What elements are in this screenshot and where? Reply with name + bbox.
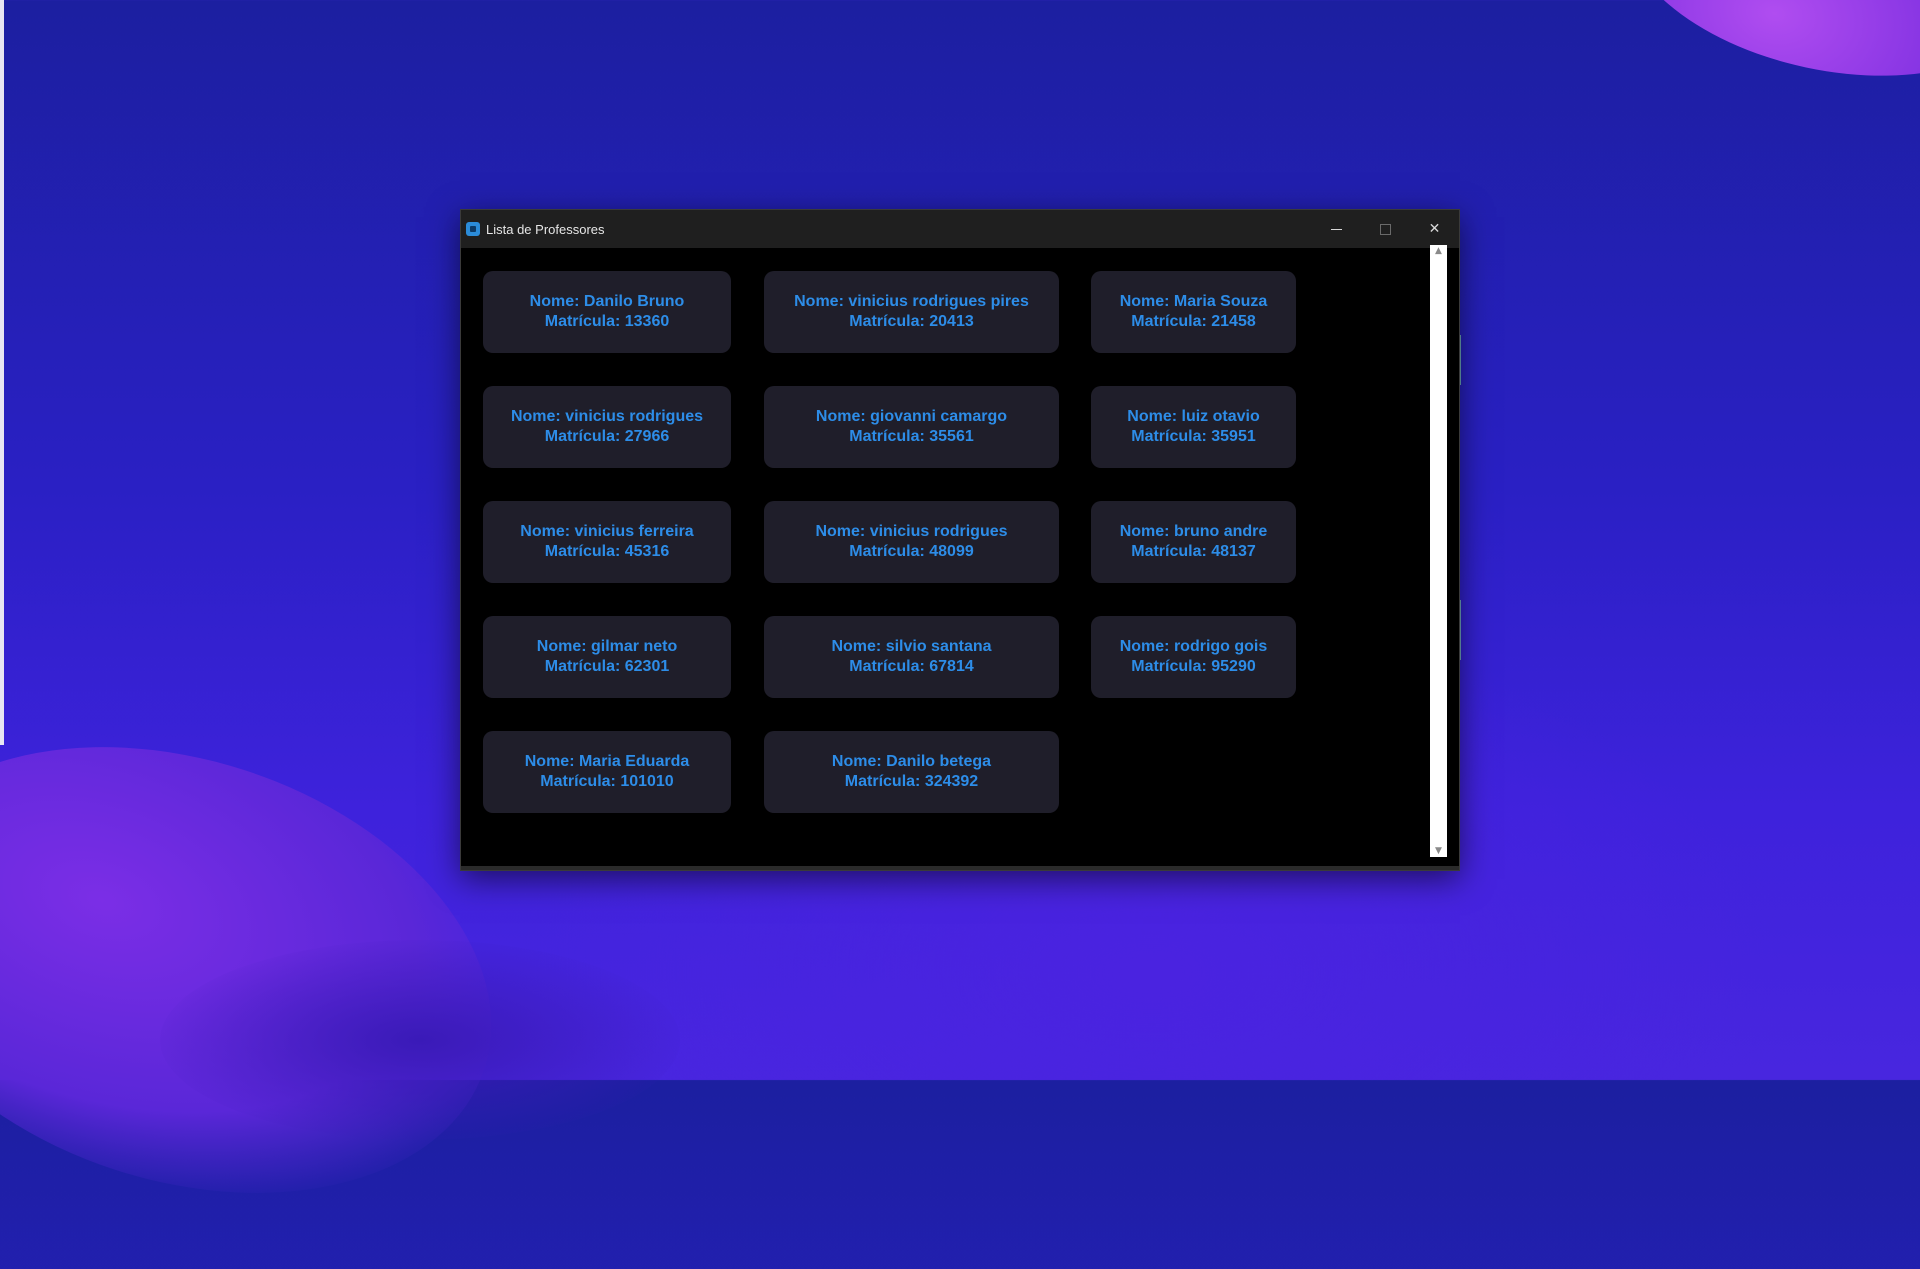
- professor-name: Nome: vinicius rodrigues pires: [794, 293, 1029, 310]
- desktop-edge: [0, 0, 4, 745]
- professor-matricula: Matrícula: 101010: [540, 773, 674, 790]
- professor-matricula: Matrícula: 67814: [849, 658, 974, 675]
- close-button[interactable]: ✕: [1410, 210, 1459, 248]
- professor-matricula: Matrícula: 35951: [1131, 428, 1256, 445]
- professor-name: Nome: rodrigo gois: [1119, 638, 1268, 655]
- window-bottom-edge: [461, 866, 1459, 870]
- professor-matricula: Matrícula: 20413: [849, 313, 974, 330]
- vertical-scrollbar[interactable]: ▲ ▼: [1430, 245, 1447, 857]
- professor-matricula: Matrícula: 13360: [544, 313, 670, 330]
- professor-matricula: Matrícula: 324392: [844, 773, 979, 790]
- professors-window: Lista de Professores ✕ Nome: Danilo Brun…: [460, 209, 1460, 871]
- professor-matricula: Matrícula: 62301: [544, 658, 670, 675]
- professor-name: Nome: Maria Souza: [1119, 293, 1268, 310]
- minimize-button[interactable]: [1312, 210, 1361, 248]
- professor-card[interactable]: Nome: luiz otavio Matrícula: 35951: [1091, 386, 1296, 468]
- professor-name: Nome: gilmar neto: [536, 638, 678, 655]
- professor-matricula: Matrícula: 21458: [1131, 313, 1256, 330]
- wallpaper-wave-shadow: [160, 940, 680, 1140]
- professor-matricula: Matrícula: 95290: [1131, 658, 1256, 675]
- professor-card[interactable]: Nome: gilmar neto Matrícula: 62301: [483, 616, 731, 698]
- professor-name: Nome: Danilo betega: [831, 753, 992, 770]
- professor-name: Nome: silvio santana: [831, 638, 992, 655]
- professor-name: Nome: bruno andre: [1119, 523, 1268, 540]
- window-controls: ✕: [1312, 210, 1459, 248]
- professor-card[interactable]: Nome: Maria Eduarda Matrícula: 101010: [483, 731, 731, 813]
- professor-name: Nome: luiz otavio: [1127, 408, 1260, 425]
- professor-matricula: Matrícula: 48137: [1131, 543, 1256, 560]
- professor-card[interactable]: Nome: vinicius rodrigues pires Matrícula…: [764, 271, 1059, 353]
- professor-list: Nome: Danilo Bruno Matrícula: 13360 Nome…: [465, 248, 1436, 868]
- close-icon: ✕: [1428, 221, 1441, 237]
- maximize-button[interactable]: [1361, 210, 1410, 248]
- professor-card[interactable]: Nome: silvio santana Matrícula: 67814: [764, 616, 1059, 698]
- professor-matricula: Matrícula: 48099: [849, 543, 974, 560]
- professor-card[interactable]: Nome: vinicius rodrigues Matrícula: 4809…: [764, 501, 1059, 583]
- professor-card[interactable]: Nome: vinicius rodrigues Matrícula: 2796…: [483, 386, 731, 468]
- maximize-icon: [1380, 223, 1391, 235]
- app-icon: [466, 222, 480, 236]
- professor-name: Nome: vinicius ferreira: [520, 523, 694, 540]
- professor-matricula: Matrícula: 35561: [849, 428, 974, 445]
- professor-card[interactable]: Nome: Danilo betega Matrícula: 324392: [764, 731, 1059, 813]
- professor-name: Nome: Maria Eduarda: [524, 753, 690, 770]
- professor-card[interactable]: Nome: bruno andre Matrícula: 48137: [1091, 501, 1296, 583]
- professor-card[interactable]: Nome: Maria Souza Matrícula: 21458: [1091, 271, 1296, 353]
- professor-name: Nome: vinicius rodrigues: [510, 408, 704, 425]
- professor-card[interactable]: Nome: giovanni camargo Matrícula: 35561: [764, 386, 1059, 468]
- scroll-down-icon[interactable]: ▼: [1430, 845, 1447, 857]
- window-titlebar[interactable]: Lista de Professores ✕: [461, 210, 1459, 248]
- professor-name: Nome: Danilo Bruno: [529, 293, 685, 310]
- professor-card[interactable]: Nome: rodrigo gois Matrícula: 95290: [1091, 616, 1296, 698]
- professor-matricula: Matrícula: 27966: [544, 428, 670, 445]
- wallpaper-wave-top: [1600, 0, 1920, 112]
- professor-name: Nome: giovanni camargo: [815, 408, 1008, 425]
- professor-card[interactable]: Nome: vinicius ferreira Matrícula: 45316: [483, 501, 731, 583]
- professor-name: Nome: vinicius rodrigues: [815, 523, 1008, 540]
- window-title: Lista de Professores: [486, 221, 605, 237]
- professor-matricula: Matrícula: 45316: [544, 543, 670, 560]
- minimize-icon: [1331, 228, 1342, 230]
- scroll-up-icon[interactable]: ▲: [1430, 245, 1447, 257]
- professor-card[interactable]: Nome: Danilo Bruno Matrícula: 13360: [483, 271, 731, 353]
